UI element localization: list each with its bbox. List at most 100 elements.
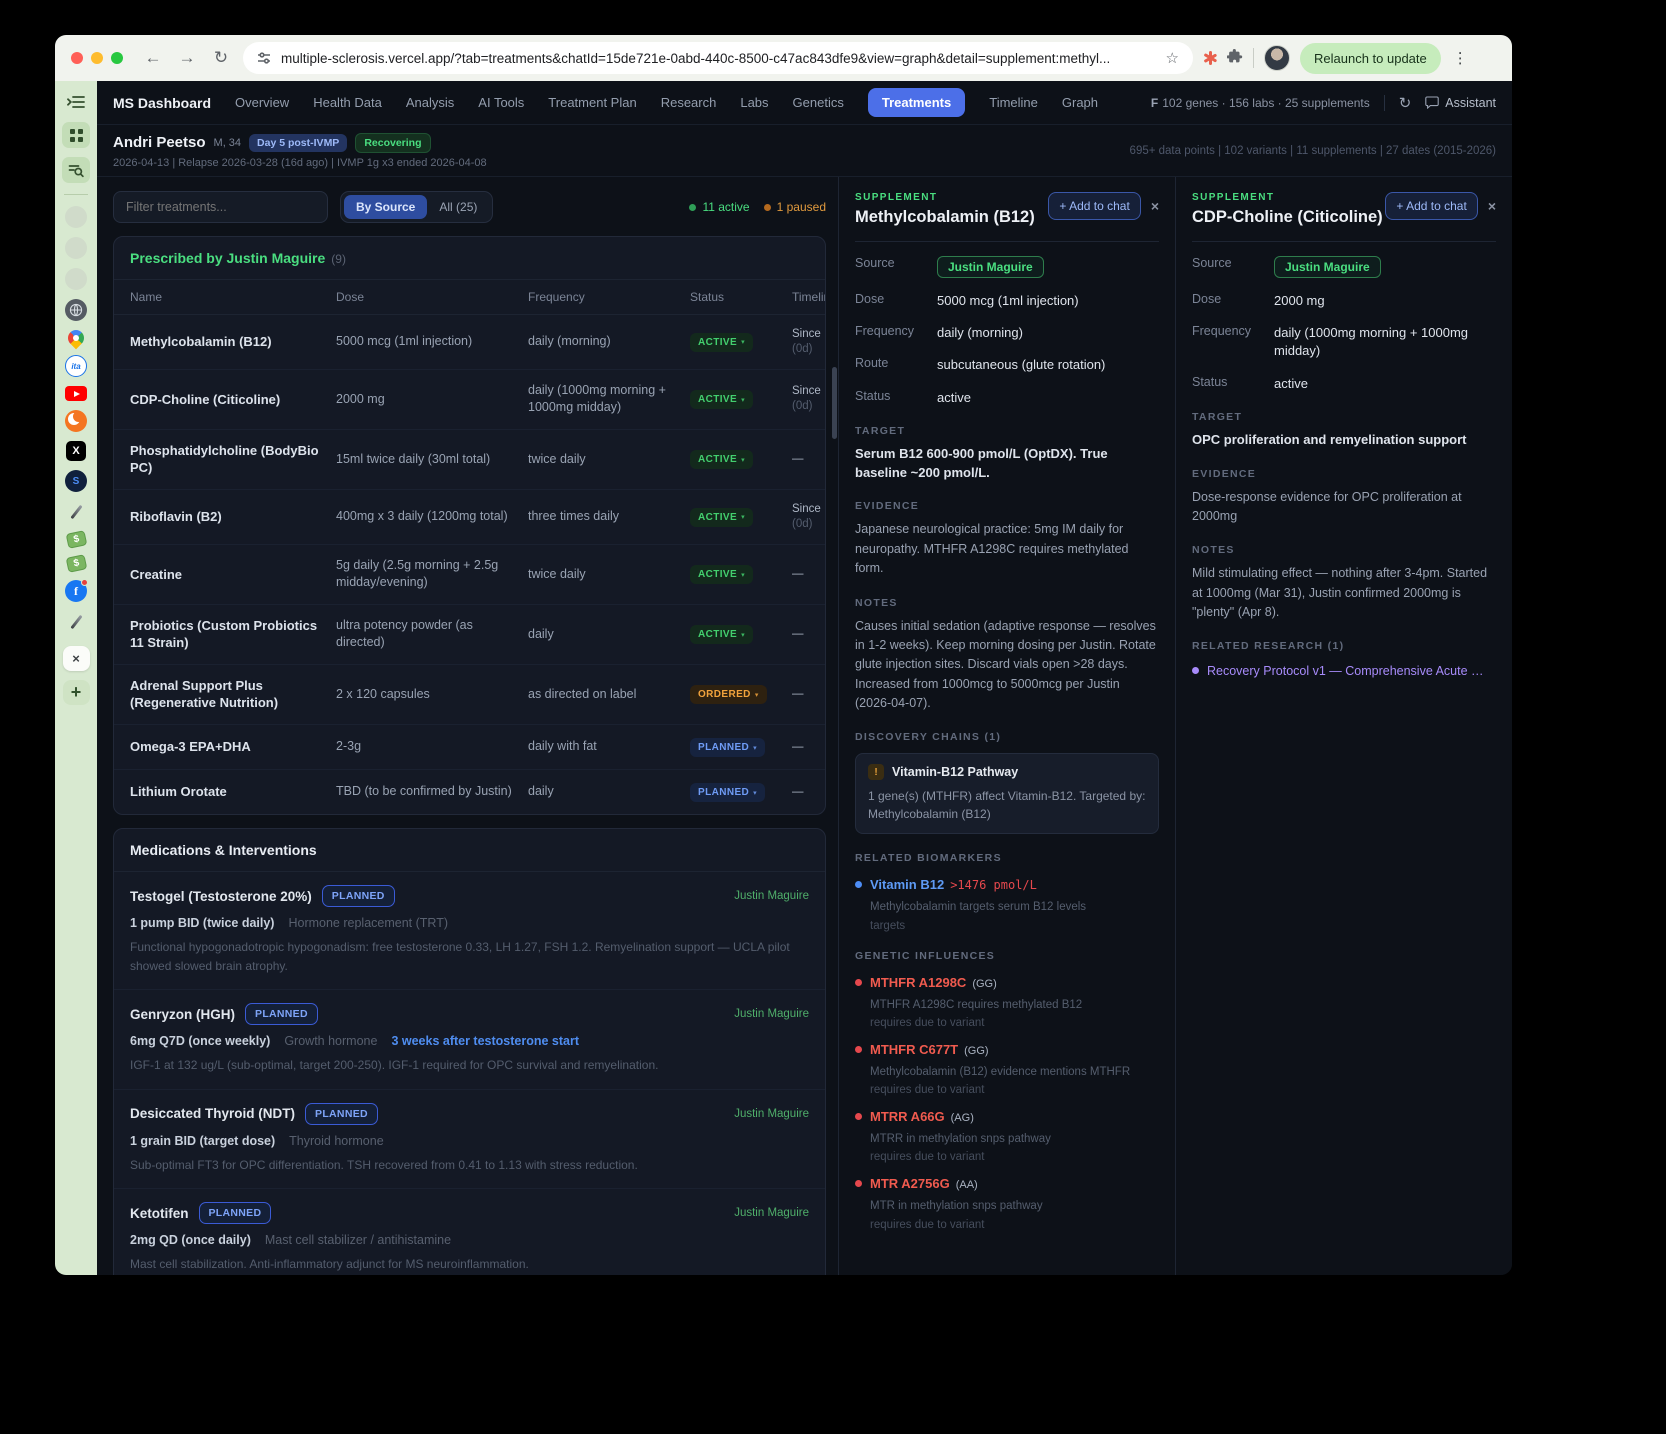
maximize-window-button[interactable] xyxy=(111,52,123,64)
table-row[interactable]: Omega-3 EPA+DHA 2-3g daily with fat PLAN… xyxy=(114,725,825,771)
extensions-puzzle-icon[interactable] xyxy=(1226,48,1243,69)
close-button[interactable]: × xyxy=(62,646,90,671)
refresh-icon[interactable]: ↻ xyxy=(1399,94,1412,112)
target-section-label: TARGET xyxy=(855,424,906,437)
status-badge[interactable]: ACTIVE ▾ xyxy=(690,450,753,470)
minimize-window-button[interactable] xyxy=(91,52,103,64)
tab-research[interactable]: Research xyxy=(661,95,717,110)
sidebar-toggle-icon[interactable] xyxy=(63,91,89,113)
status-badge[interactable]: ACTIVE ▾ xyxy=(690,565,753,585)
tab-health-data[interactable]: Health Data xyxy=(313,95,382,110)
status-badge[interactable]: ORDERED ▾ xyxy=(690,685,767,705)
apps-grid-icon[interactable] xyxy=(62,122,90,148)
tab-treatments[interactable]: Treatments xyxy=(867,88,966,117)
table-row[interactable]: CDP-Choline (Citicoline) 2000 mg daily (… xyxy=(114,370,825,430)
app-placeholder-icon[interactable] xyxy=(65,237,87,259)
search-list-icon[interactable] xyxy=(62,157,90,183)
table-row[interactable]: Adrenal Support Plus (Regenerative Nutri… xyxy=(114,665,825,726)
tab-timeline[interactable]: Timeline xyxy=(989,95,1038,110)
status-badge[interactable]: ACTIVE ▾ xyxy=(690,390,753,410)
table-row[interactable]: Riboflavin (B2) 400mg x 3 daily (1200mg … xyxy=(114,490,825,545)
tab-graph[interactable]: Graph xyxy=(1062,95,1098,110)
filter-treatments-input[interactable] xyxy=(113,191,328,223)
view-toggle: By Source All (25) xyxy=(340,191,494,223)
table-row[interactable]: Methylcobalamin (B12) 5000 mcg (1ml inje… xyxy=(114,315,825,370)
forward-icon[interactable]: → xyxy=(175,48,199,68)
url-bar[interactable]: multiple-sclerosis.vercel.app/?tab=treat… xyxy=(243,42,1193,74)
youtube-icon[interactable] xyxy=(65,386,87,401)
tab-labs[interactable]: Labs xyxy=(740,95,768,110)
pen-icon[interactable] xyxy=(65,501,87,523)
biomarker-link[interactable]: Vitamin B12 xyxy=(870,877,944,892)
app-placeholder-icon[interactable] xyxy=(65,206,87,228)
close-panel-icon[interactable]: × xyxy=(1151,198,1159,214)
site-settings-icon[interactable] xyxy=(257,51,271,65)
variant-link[interactable]: MTR A2756G xyxy=(870,1176,950,1191)
status-badge[interactable]: ACTIVE ▾ xyxy=(690,332,753,352)
tab-overview[interactable]: Overview xyxy=(235,95,289,110)
back-icon[interactable]: ← xyxy=(141,48,165,68)
close-panel-icon[interactable]: × xyxy=(1488,198,1496,214)
timing-link[interactable]: 3 weeks after testosterone start xyxy=(391,1034,579,1048)
tab-analysis[interactable]: Analysis xyxy=(406,95,454,110)
active-dot-icon xyxy=(689,203,697,211)
variant-link[interactable]: MTHFR A1298C xyxy=(870,975,966,990)
by-source-toggle[interactable]: By Source xyxy=(344,195,428,219)
cash-icon[interactable]: $ xyxy=(65,554,87,573)
evidence-section-label: EVIDENCE xyxy=(1192,467,1257,480)
relaunch-button[interactable]: Relaunch to update xyxy=(1300,42,1441,74)
discovery-chain-card[interactable]: ! Vitamin-B12 Pathway 1 gene(s) (MTHFR) … xyxy=(855,753,1159,835)
status-badge[interactable]: ACTIVE ▾ xyxy=(690,507,753,527)
stats-icon: F xyxy=(1150,95,1159,110)
scrollbar-thumb[interactable] xyxy=(832,367,837,439)
bookmark-star-icon[interactable]: ☆ xyxy=(1166,49,1179,67)
medications-card-title: Medications & Interventions xyxy=(130,842,317,859)
reload-icon[interactable]: ↻ xyxy=(209,48,233,68)
table-row[interactable]: Probiotics (Custom Probiotics 11 Strain)… xyxy=(114,605,825,665)
extension-icon[interactable] xyxy=(1203,51,1217,65)
source-badge[interactable]: Justin Maguire xyxy=(937,256,1044,278)
medication-item[interactable]: Desiccated Thyroid (NDT) PLANNED Justin … xyxy=(114,1090,825,1190)
medication-item[interactable]: Ketotifen PLANNED Justin Maguire 2mg QD … xyxy=(114,1189,825,1275)
ita-icon[interactable]: ita xyxy=(65,355,87,377)
tab-genetics[interactable]: Genetics xyxy=(793,95,844,110)
table-row[interactable]: Lithium Orotate TBD (to be confirmed by … xyxy=(114,770,825,814)
medication-item[interactable]: Genryzon (HGH) PLANNED Justin Maguire 6m… xyxy=(114,990,825,1090)
variant-link[interactable]: MTHFR C677T xyxy=(870,1042,958,1057)
tab-ai-tools[interactable]: AI Tools xyxy=(478,95,524,110)
cash-icon[interactable]: $ xyxy=(65,530,87,549)
add-to-chat-button[interactable]: + Add to chat xyxy=(1048,192,1141,220)
pen-icon[interactable] xyxy=(65,611,87,633)
patient-meta: M, 34 xyxy=(213,136,242,149)
source-badge[interactable]: Justin Maguire xyxy=(1274,256,1381,278)
add-to-chat-button[interactable]: + Add to chat xyxy=(1385,192,1478,220)
new-item-button[interactable]: + xyxy=(62,680,90,705)
tab-treatment-plan[interactable]: Treatment Plan xyxy=(548,95,636,110)
browser-menu-icon[interactable]: ⋮ xyxy=(1451,49,1470,67)
treatments-list-column: By Source All (25) 11 active 1 paused Pr… xyxy=(97,177,838,1275)
close-window-button[interactable] xyxy=(71,52,83,64)
all-toggle[interactable]: All (25) xyxy=(427,195,489,219)
caret-down-icon: ▾ xyxy=(754,691,759,699)
medication-item[interactable]: Testogel (Testosterone 20%) PLANNED Just… xyxy=(114,872,825,991)
app-placeholder-icon[interactable] xyxy=(65,268,87,290)
dark-app-icon[interactable]: S xyxy=(65,470,87,492)
facebook-icon[interactable]: f xyxy=(65,579,88,602)
globe-icon[interactable] xyxy=(65,299,87,321)
assistant-button[interactable]: Assistant xyxy=(1425,96,1496,110)
maps-pin-icon[interactable] xyxy=(64,326,88,350)
table-row[interactable]: Phosphatidylcholine (BodyBio PC) 15ml tw… xyxy=(114,430,825,490)
variant-dot-icon xyxy=(855,1113,862,1121)
research-link[interactable]: Recovery Protocol v1 — Comprehensive Acu… xyxy=(1207,664,1487,678)
x-twitter-icon[interactable]: X xyxy=(66,441,86,461)
prescribed-card-title: Prescribed by Justin Maguire xyxy=(130,250,326,266)
app-title[interactable]: MS Dashboard xyxy=(113,95,211,111)
crunchyroll-icon[interactable] xyxy=(65,410,87,432)
status-badge[interactable]: ACTIVE ▾ xyxy=(690,625,753,645)
status-badge[interactable]: PLANNED ▾ xyxy=(690,783,766,803)
status-badge[interactable]: PLANNED ▾ xyxy=(690,738,766,758)
table-row[interactable]: Creatine 5g daily (2.5g morning + 2.5g m… xyxy=(114,545,825,605)
variant-link[interactable]: MTRR A66G xyxy=(870,1109,945,1124)
evidence-text: Japanese neurological practice: 5mg IM d… xyxy=(855,522,1129,576)
profile-avatar[interactable] xyxy=(1264,45,1290,71)
